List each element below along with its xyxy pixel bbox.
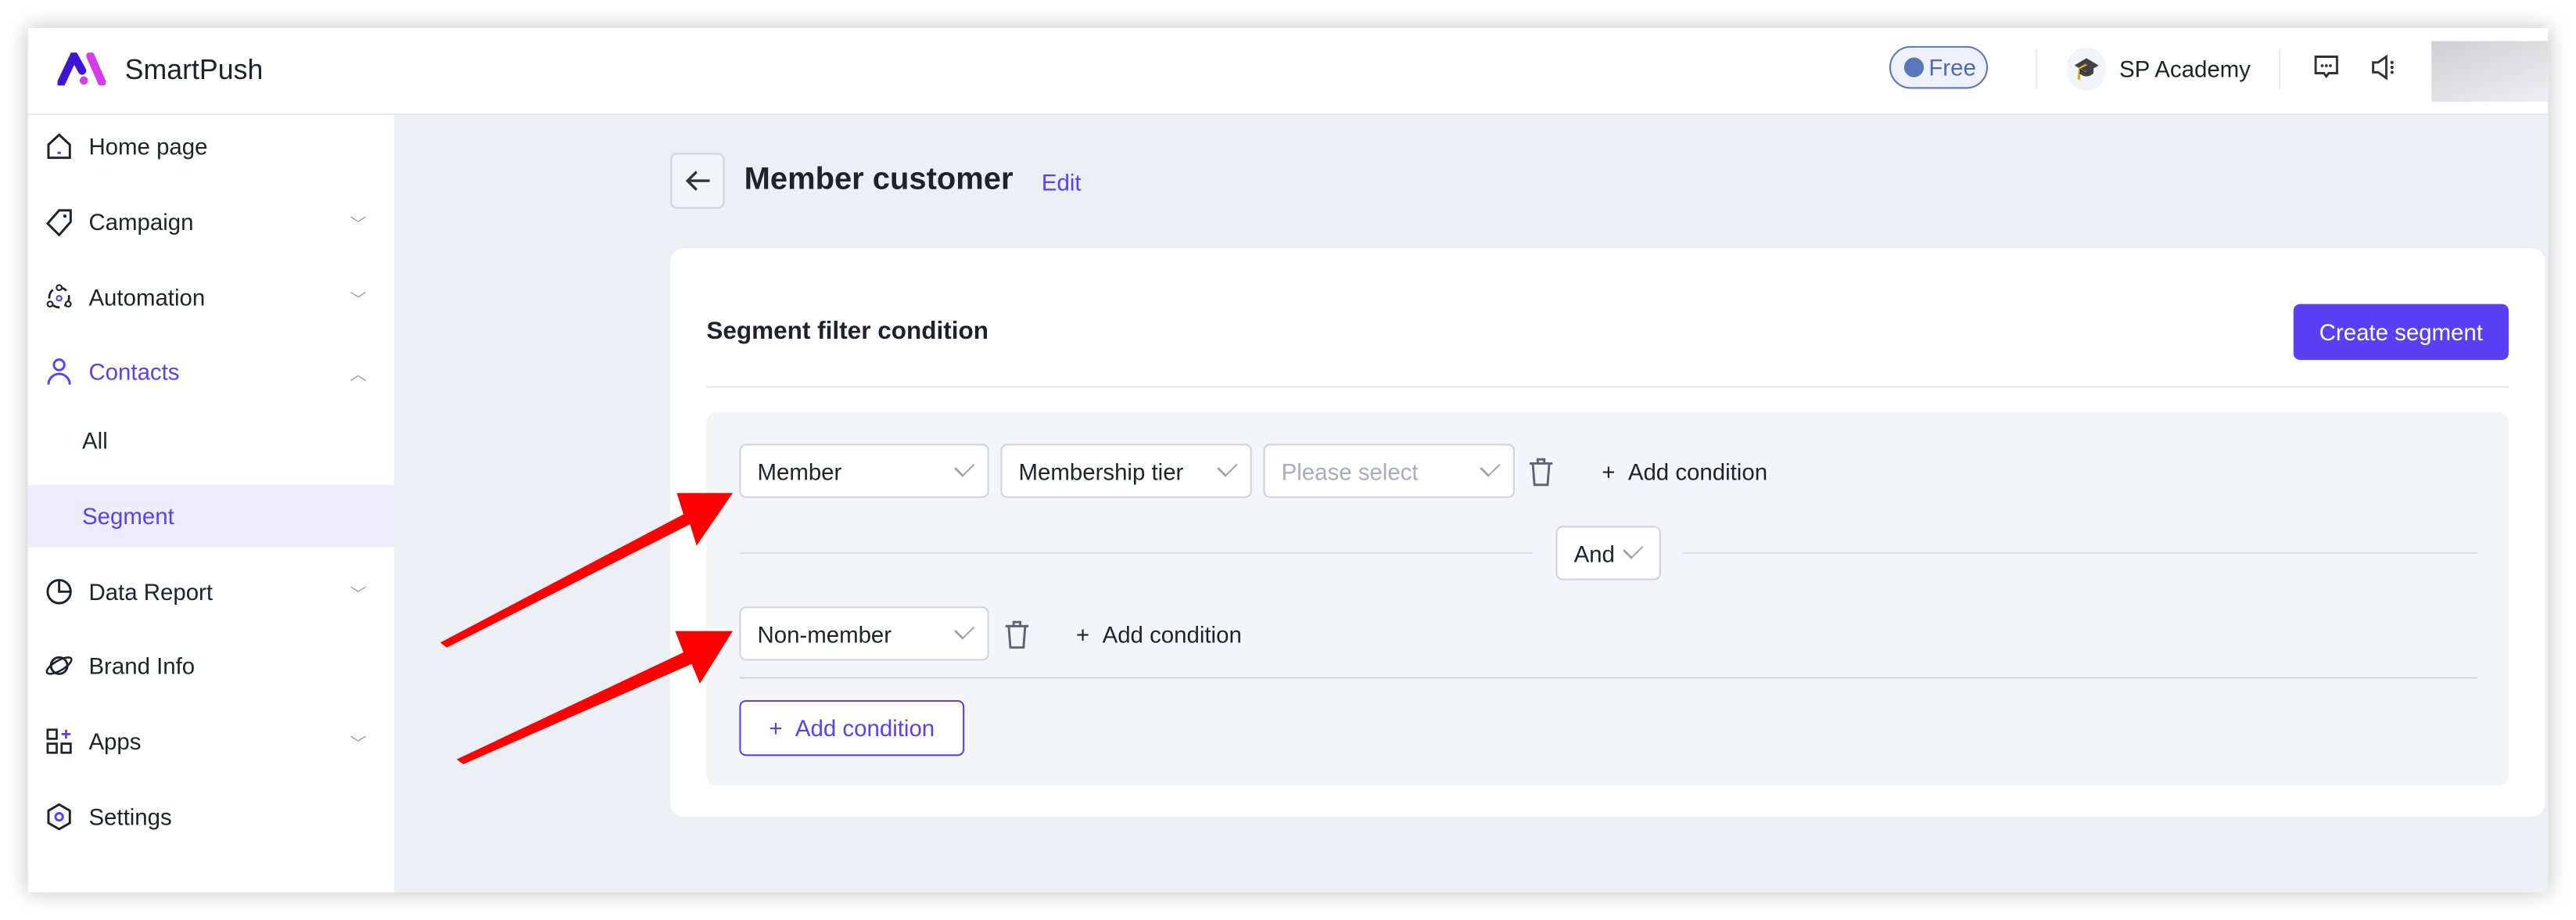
add-condition-link[interactable]: + Add condition <box>1076 621 1242 648</box>
plan-label: Free <box>1928 54 1976 81</box>
sidebar-item-label: Brand Info <box>88 652 196 679</box>
sidebar-item-apps[interactable]: Apps ﹀ <box>28 710 394 773</box>
sidebar-item-label: Home page <box>88 133 208 160</box>
divider <box>739 677 2478 679</box>
sidebar-item-label: Automation <box>88 284 206 311</box>
sidebar-item-settings[interactable]: Settings <box>28 785 394 848</box>
condition-panel: Member Membership tier Please select + A… <box>706 412 2509 786</box>
button-label: Add condition <box>795 714 935 742</box>
sidebar-item-label: Campaign <box>88 208 194 235</box>
planet-icon <box>45 656 73 675</box>
chevron-down-icon <box>954 456 975 477</box>
attribute-select[interactable]: Membership tier <box>1000 444 1252 498</box>
select-placeholder: Please select <box>1281 458 1419 484</box>
speaker-icon[interactable] <box>2370 54 2400 81</box>
plan-badge[interactable]: Free <box>1889 45 1988 89</box>
sidebar-subitem-segment[interactable]: Segment <box>27 484 395 548</box>
edit-link[interactable]: Edit <box>1042 169 1082 196</box>
sidebar-item-label: Contacts <box>88 358 180 385</box>
automation-icon <box>46 284 72 309</box>
field-select[interactable]: Non-member <box>739 606 989 661</box>
logic-select[interactable]: And <box>1555 526 1661 580</box>
link-label: Add condition <box>1102 621 1242 648</box>
divider <box>1682 552 2478 554</box>
sidebar-item-contacts[interactable]: Contacts ︿ <box>28 340 394 403</box>
user-avatar[interactable] <box>2431 41 2549 102</box>
sidebar-item-label: Apps <box>88 728 142 755</box>
sidebar-item-brand-info[interactable]: Brand Info <box>28 634 394 697</box>
home-icon <box>47 133 71 160</box>
app-window: SmartPush Free 🎓 SP Academy Home page Ca… <box>27 27 2549 893</box>
chevron-down-icon <box>1623 538 1644 559</box>
sidebar: Home page Campaign ﹀ Automation ﹀ Contac… <box>27 115 395 893</box>
sidebar-item-label: Data Report <box>88 578 213 606</box>
segment-filter-card: Segment filter condition Create segment … <box>670 248 2546 818</box>
brand-name: SmartPush <box>124 54 264 86</box>
pie-chart-icon <box>46 579 72 605</box>
sp-academy-link[interactable]: 🎓 SP Academy <box>2066 47 2251 91</box>
value-select[interactable]: Please select <box>1263 444 1515 498</box>
smartpush-logo <box>57 52 106 86</box>
sidebar-item-data-report[interactable]: Data Report ﹀ <box>28 560 394 623</box>
divider <box>2278 49 2280 89</box>
settings-icon <box>47 803 71 831</box>
chevron-down-icon <box>1480 456 1501 477</box>
create-segment-button[interactable]: Create segment <box>2293 304 2509 361</box>
select-value: And <box>1573 540 1615 566</box>
chevron-down-icon: ﹀ <box>350 291 367 311</box>
sidebar-item-label: All <box>82 427 108 454</box>
message-icon[interactable] <box>2313 54 2340 81</box>
section-heading: Segment filter condition <box>706 317 989 346</box>
sidebar-item-automation[interactable]: Automation ﹀ <box>28 266 394 329</box>
add-condition-link[interactable]: + Add condition <box>1602 458 1767 485</box>
academy-label: SP Academy <box>2119 56 2251 83</box>
select-value: Member <box>757 458 842 484</box>
chevron-down-icon <box>954 619 975 640</box>
trash-icon[interactable] <box>1528 457 1555 487</box>
flag-icon <box>1903 57 1925 77</box>
sidebar-item-label: Settings <box>88 803 172 830</box>
sidebar-subitem-all[interactable]: All <box>28 409 394 472</box>
field-select[interactable]: Member <box>739 444 989 498</box>
sidebar-item-campaign[interactable]: Campaign ﹀ <box>28 191 394 253</box>
tag-icon <box>45 209 72 237</box>
apps-icon <box>46 728 72 754</box>
add-condition-button[interactable]: + Add condition <box>739 699 965 756</box>
divider <box>2035 49 2037 89</box>
divider <box>706 386 2509 388</box>
sidebar-item-label: Segment <box>82 502 174 530</box>
select-value: Non-member <box>757 620 892 647</box>
top-header: SmartPush Free 🎓 SP Academy <box>27 27 2549 116</box>
chevron-down-icon: ﹀ <box>350 216 367 235</box>
select-value: Membership tier <box>1018 458 1184 484</box>
back-button[interactable] <box>670 153 725 209</box>
graduation-cap-icon: 🎓 <box>2066 47 2107 91</box>
chevron-up-icon: ︿ <box>350 365 367 384</box>
chevron-down-icon: ﹀ <box>350 735 367 754</box>
arrow-left-icon <box>684 171 709 191</box>
button-label: Create segment <box>2319 318 2483 346</box>
divider <box>739 552 1534 554</box>
link-label: Add condition <box>1627 458 1768 485</box>
chevron-down-icon <box>1217 456 1238 477</box>
page-title: Member customer <box>744 162 1014 198</box>
user-icon <box>47 358 71 385</box>
sidebar-item-home[interactable]: Home page <box>28 115 394 178</box>
chevron-down-icon: ﹀ <box>350 585 367 605</box>
trash-icon[interactable] <box>1004 620 1031 649</box>
